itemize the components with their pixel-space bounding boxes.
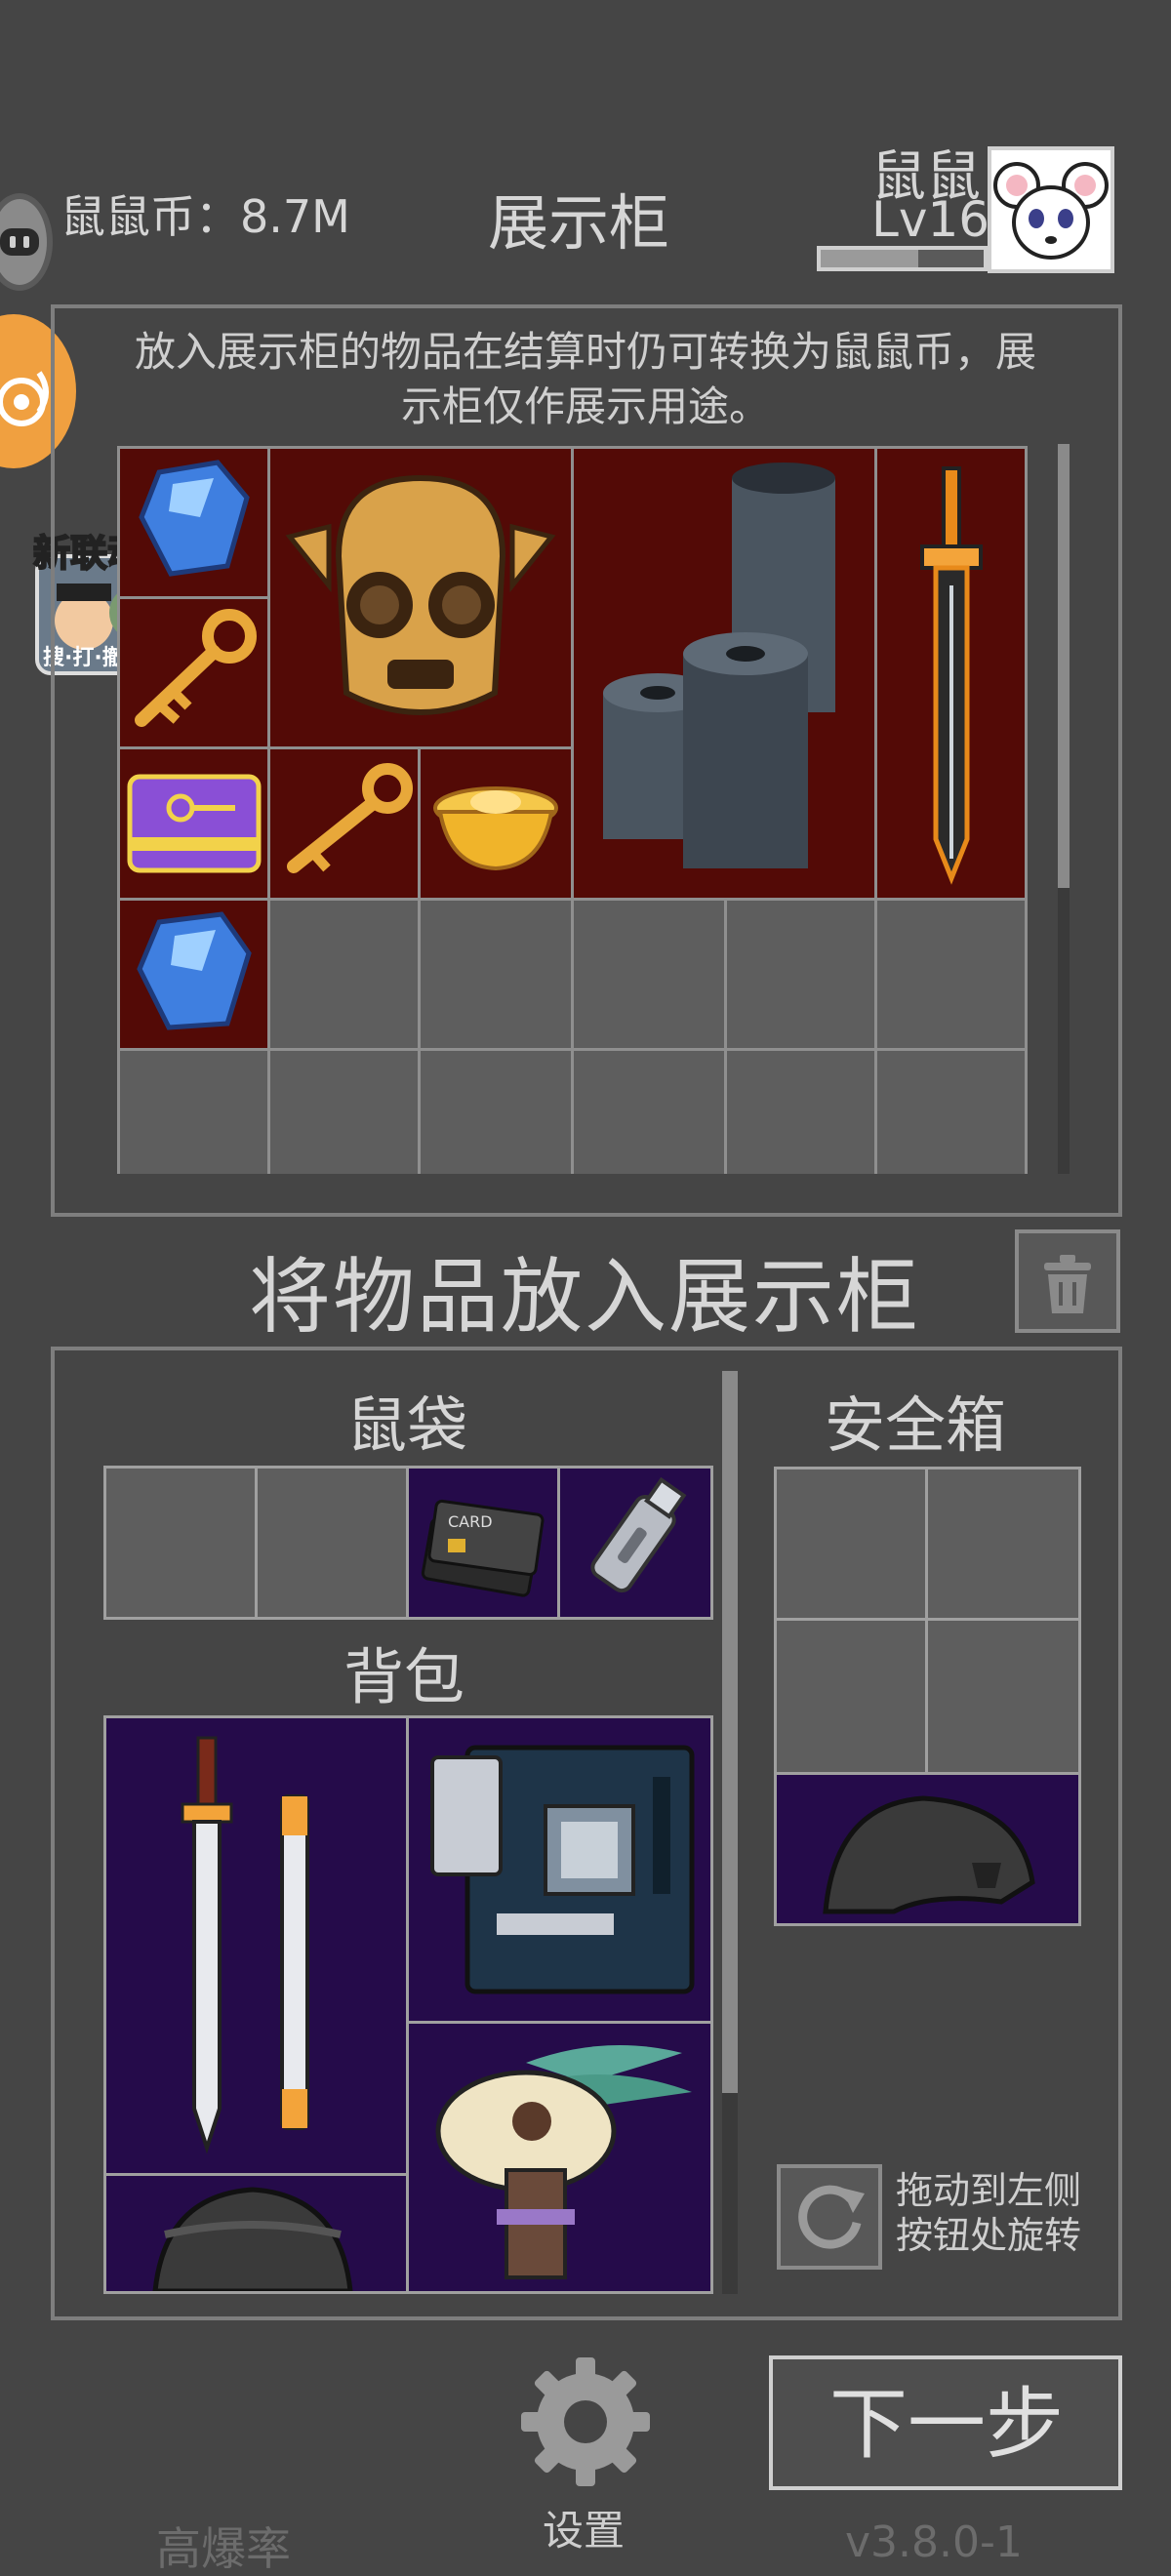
skull-totem-icon (435, 2045, 692, 2279)
showcase-slot[interactable] (571, 446, 877, 901)
chat-float-button[interactable] (0, 193, 53, 291)
avatar[interactable] (988, 146, 1114, 273)
safe-slot-empty[interactable] (774, 1467, 928, 1621)
settings-button[interactable] (515, 2352, 656, 2492)
showcase-slot[interactable] (418, 746, 574, 901)
showcase-slot-empty[interactable] (874, 898, 1028, 1051)
white-mouse-icon (993, 162, 1109, 260)
bag-slot-empty[interactable] (103, 1466, 258, 1620)
showcase-slot[interactable] (267, 746, 421, 901)
next-step-label[interactable]: 下一步 (820, 2361, 1073, 2475)
showcase-slot-empty[interactable] (724, 898, 877, 1051)
showcase-slot-empty[interactable] (571, 898, 727, 1051)
showcase-slot-empty[interactable] (267, 1048, 421, 1174)
showcase-slot[interactable] (117, 746, 270, 901)
bank-cards-icon: CARD (421, 1499, 545, 1597)
showcase-note: 放入展示柜的物品在结算时仍可转换为鼠鼠币，展示柜仅作展示用途。 (134, 328, 1036, 430)
gold-ingot-icon (433, 786, 558, 871)
rotate-hint-line1: 拖动到左侧 (896, 2169, 1082, 2212)
showcase-slot-empty[interactable] (117, 1048, 270, 1174)
backpack-slot[interactable] (103, 1715, 409, 2176)
blue-crystal-icon (139, 460, 250, 577)
showcase-slot[interactable] (267, 446, 574, 749)
rotate-hint-line2: 按钮处旋转 (896, 2214, 1082, 2257)
showcase-slot[interactable] (117, 596, 270, 749)
rotate-hint: 拖动到左侧 按钮处旋转 (896, 2168, 1081, 2258)
safe-slot-empty[interactable] (925, 1467, 1081, 1621)
xp-bar-fill (821, 250, 919, 267)
golden-mask-icon (285, 474, 556, 715)
showcase-slot-empty[interactable] (571, 1048, 727, 1174)
swords-icon (181, 1736, 309, 2154)
settings-label: 设置 (543, 2507, 626, 2555)
scrollbar-thumb[interactable] (1058, 444, 1070, 888)
showcase-slot[interactable] (117, 446, 270, 599)
showcase-slot[interactable] (117, 898, 270, 1051)
showcase-slot-empty[interactable] (418, 898, 574, 1051)
steel-rolls-icon (603, 463, 835, 868)
usb-drive-icon (590, 1476, 687, 1593)
backpack-slot[interactable] (103, 2173, 409, 2294)
player-level: Lv16 (871, 191, 990, 248)
blue-crystal-icon (137, 911, 252, 1030)
golden-key-icon (287, 763, 413, 873)
showcase-slot-empty[interactable] (874, 1048, 1028, 1174)
showcase-slot-empty[interactable] (267, 898, 421, 1051)
inventory-scrollbar[interactable] (722, 1371, 738, 2294)
motherboard-icon (430, 1745, 695, 1994)
golden-key-icon (135, 609, 257, 727)
gear-icon (521, 2357, 650, 2486)
scrollbar-thumb[interactable] (722, 1371, 738, 2093)
safe-slot[interactable] (774, 1772, 1081, 1926)
page-title: 展示柜 (488, 187, 670, 259)
showcase-slot-empty[interactable] (724, 1048, 877, 1174)
helmet-icon (823, 1795, 1035, 1914)
coin-balance: 鼠鼠币：8.7M (61, 190, 350, 243)
put-in-title: 将物品放入展示柜 (249, 1249, 921, 1345)
backpack-title: 背包 (343, 1641, 465, 1712)
version-label: v3.8.0-1 (845, 2517, 1023, 2567)
chat-icon (0, 228, 39, 256)
helmet-icon (152, 2187, 353, 2294)
showcase-grid[interactable] (117, 446, 1034, 1174)
showcase-scrollbar[interactable] (1058, 444, 1070, 1174)
showcase-slot-empty[interactable] (418, 1048, 574, 1174)
trash-icon (1044, 1255, 1091, 1313)
rotate-icon (798, 2185, 865, 2249)
bag-title: 鼠袋 (346, 1389, 468, 1461)
high-rate-label: 高爆率 (156, 2522, 291, 2575)
golden-sword-icon (920, 466, 983, 885)
bag-slot-empty[interactable] (255, 1466, 409, 1620)
backpack-slot[interactable] (406, 2021, 713, 2294)
rotate-button[interactable] (777, 2164, 882, 2270)
backpack-slot[interactable] (406, 1715, 713, 2024)
purple-keycard-icon (127, 774, 262, 873)
bag-slot[interactable]: CARD (406, 1466, 560, 1620)
trash-button[interactable] (1015, 1229, 1120, 1333)
showcase-slot[interactable] (874, 446, 1028, 901)
svg-text:CARD: CARD (448, 1512, 493, 1531)
bag-slot[interactable] (557, 1466, 713, 1620)
safe-slot-empty[interactable] (925, 1618, 1081, 1775)
xp-bar (817, 246, 988, 271)
safe-box-title: 安全箱 (825, 1389, 1007, 1461)
safe-slot-empty[interactable] (774, 1618, 928, 1775)
